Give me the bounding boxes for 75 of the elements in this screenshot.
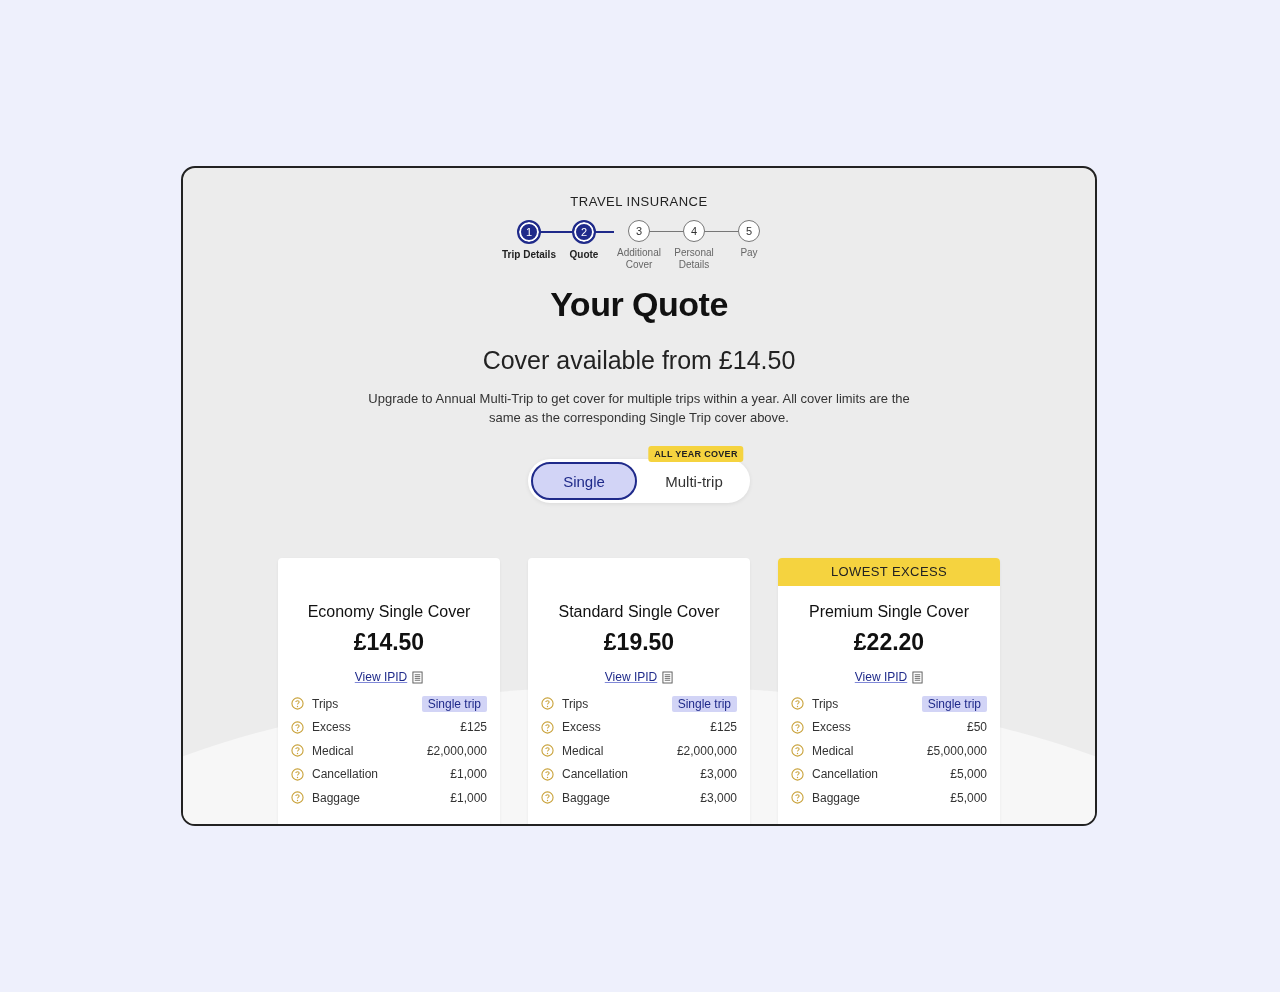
help-icon[interactable]	[291, 767, 304, 781]
step-indicator: 4	[683, 220, 705, 242]
ipid-link[interactable]: View IPID	[604, 670, 658, 684]
cover-label: Cancellation	[312, 767, 380, 782]
cover-value: £2,000,000	[426, 743, 487, 758]
help-icon[interactable]	[291, 697, 304, 711]
plan-name: Economy Single Cover	[307, 603, 471, 621]
step-indicator: 2	[572, 220, 596, 244]
cover-label: Trips	[812, 696, 840, 711]
cover-value: £1,000	[450, 767, 487, 782]
cover-label: Excess	[562, 720, 602, 735]
plan-name: Standard Single Cover	[558, 603, 720, 621]
description: Upgrade to Annual Multi-Trip to get cover for multiple trips within a year. All cover limits are the same as the corresponding Single Trip cover above.	[367, 390, 911, 427]
trip-tag: Single trip	[921, 695, 987, 712]
help-icon[interactable]	[291, 744, 304, 758]
cover-value: £3,000	[700, 790, 737, 805]
cover-value: £5,000	[950, 767, 987, 782]
cover-value: £125	[460, 720, 487, 735]
help-icon[interactable]	[541, 697, 554, 711]
help-icon[interactable]	[541, 744, 554, 758]
step-indicator: 5	[738, 220, 760, 242]
help-icon[interactable]	[791, 744, 804, 758]
document-icon[interactable]	[662, 670, 674, 684]
document-icon[interactable]	[412, 670, 424, 684]
page-title: Your Quote	[550, 285, 728, 324]
cover-value: £5,000,000	[926, 743, 987, 758]
ipid-link[interactable]: View IPID	[854, 670, 908, 684]
cover-label: Cancellation	[812, 767, 880, 782]
step-label: Personal Details	[673, 247, 715, 271]
cover-label: Excess	[812, 720, 852, 735]
step-label: Pay	[739, 247, 759, 259]
plan-banner: LOWEST EXCESS	[778, 558, 1000, 586]
page-subtitle: Cover available from £14.50	[482, 346, 796, 375]
help-icon[interactable]	[541, 791, 554, 805]
cover-value: £125	[710, 720, 737, 735]
cover-label: Trips	[312, 696, 340, 711]
step-indicator: 3	[628, 220, 650, 242]
plan-price: £22.20	[853, 629, 925, 656]
cover-value: £50	[966, 720, 987, 735]
cover-label: Medical	[812, 743, 855, 758]
cover-label: Baggage	[562, 790, 612, 805]
step-label: Trip Details	[501, 249, 557, 261]
cover-value: £1,000	[450, 790, 487, 805]
ipid-link[interactable]: View IPID	[354, 670, 408, 684]
step-indicator: 1	[517, 220, 541, 244]
cover-badge: ALL YEAR COVER	[648, 446, 744, 462]
document-icon[interactable]	[912, 670, 924, 684]
trip-tag: Single trip	[421, 695, 487, 712]
toggle-option[interactable]: Single	[531, 462, 637, 500]
help-icon[interactable]	[791, 767, 804, 781]
step-label: Additional Cover	[616, 247, 662, 271]
cover-label: Trips	[562, 696, 590, 711]
toggle-option[interactable]: Multi-trip	[641, 462, 747, 500]
page-eyebrow: TRAVEL INSURANCE	[570, 194, 708, 209]
plan-price: £19.50	[603, 629, 675, 656]
cover-value: £2,000,000	[676, 743, 737, 758]
cover-label: Cancellation	[562, 767, 630, 782]
plan-name: Premium Single Cover	[808, 603, 970, 621]
plan-price: £14.50	[353, 629, 425, 656]
help-icon[interactable]	[791, 720, 804, 734]
cover-label: Excess	[312, 720, 352, 735]
step-label: Quote	[568, 249, 600, 261]
trip-tag: Single trip	[671, 695, 737, 712]
help-icon[interactable]	[791, 697, 804, 711]
cover-value: £5,000	[950, 790, 987, 805]
help-icon[interactable]	[541, 720, 554, 734]
help-icon[interactable]	[541, 767, 554, 781]
help-icon[interactable]	[291, 720, 304, 734]
help-icon[interactable]	[791, 791, 804, 805]
cover-label: Medical	[562, 743, 605, 758]
cover-label: Medical	[312, 743, 355, 758]
cover-value: £3,000	[700, 767, 737, 782]
cover-label: Baggage	[312, 790, 362, 805]
cover-label: Baggage	[812, 790, 862, 805]
help-icon[interactable]	[291, 791, 304, 805]
